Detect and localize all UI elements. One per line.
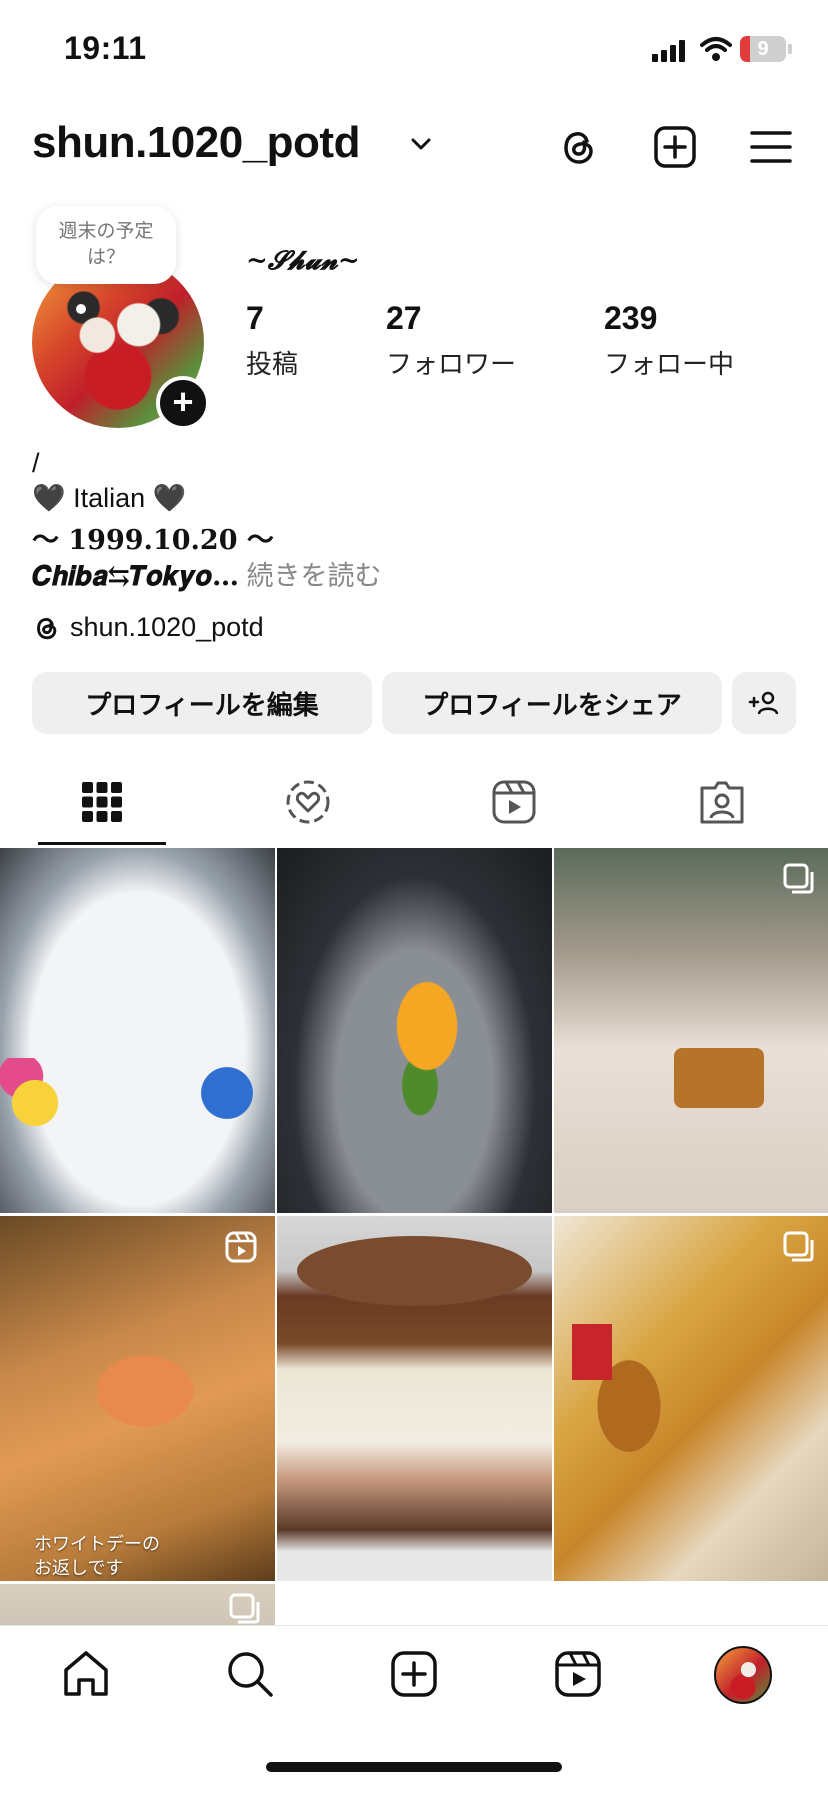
threads-small-icon xyxy=(37,617,57,639)
following-count[interactable]: 239 xyxy=(604,300,657,337)
chevron-down-icon[interactable] xyxy=(410,136,432,152)
post-thumbnail[interactable] xyxy=(554,1216,828,1581)
food-item xyxy=(70,1336,220,1446)
add-person-icon xyxy=(748,691,779,715)
label-card xyxy=(572,1324,612,1380)
search-icon[interactable] xyxy=(224,1648,276,1700)
active-tab-indicator xyxy=(38,842,166,845)
carousel-icon xyxy=(229,1593,260,1624)
note-bubble-text: 週末の予定は？ xyxy=(58,221,154,268)
post-thumbnail[interactable] xyxy=(277,848,552,1213)
home-indicator xyxy=(266,1762,562,1772)
bio-line-text: 𝑪𝒉𝒊𝒃𝒂⇆𝑻𝒐𝒌𝒚𝒐… xyxy=(32,561,240,592)
plate-illustration xyxy=(0,1058,70,1148)
suggest-people-button[interactable] xyxy=(732,672,796,734)
liked-posts-tab-icon[interactable] xyxy=(284,778,332,826)
followers-label[interactable]: フォロワー xyxy=(386,344,516,381)
edit-profile-button[interactable]: プロフィールを編集 xyxy=(32,672,372,734)
threads-icon[interactable] xyxy=(556,124,602,170)
home-icon[interactable] xyxy=(60,1648,112,1700)
posts-count[interactable]: 7 xyxy=(246,300,264,337)
read-more-link[interactable]: 続きを読む xyxy=(239,561,382,591)
post-thumbnail[interactable] xyxy=(554,848,828,1213)
followers-count[interactable]: 27 xyxy=(386,300,422,337)
plate-illustration xyxy=(195,1038,275,1148)
post-thumbnail[interactable] xyxy=(277,1216,552,1581)
bio-line: / xyxy=(32,448,40,478)
grid-tab-icon[interactable] xyxy=(78,778,126,826)
food-item xyxy=(674,1048,764,1108)
battery-level: 9 xyxy=(757,38,769,60)
create-plus-icon[interactable] xyxy=(652,124,698,170)
share-profile-button[interactable]: プロフィールをシェア xyxy=(382,672,722,734)
status-time: 19:11 xyxy=(64,30,147,66)
bio-line: 〜 𝟏𝟗𝟗𝟗.𝟏𝟎.𝟐𝟎 〜 xyxy=(32,525,274,556)
create-post-icon[interactable] xyxy=(388,1648,440,1700)
account-username[interactable]: shun.1020_potd xyxy=(32,118,360,168)
post-caption-overlay: ホワイトデーの お返しです xyxy=(34,1534,160,1578)
post-thumbnail[interactable] xyxy=(0,1584,275,1625)
battery-cap xyxy=(788,44,792,54)
signal-icon xyxy=(652,38,688,62)
bio-line: 𝑪𝒉𝒊𝒃𝒂⇆𝑻𝒐𝒌𝒚𝒐… 続きを読む xyxy=(32,554,382,593)
posts-label[interactable]: 投稿 xyxy=(246,344,298,381)
reels-icon[interactable] xyxy=(552,1648,604,1700)
note-bubble-tail xyxy=(76,304,86,314)
reel-icon xyxy=(225,1231,257,1263)
battery-icon: 9 xyxy=(740,36,786,62)
threads-handle: shun.1020_potd xyxy=(70,612,264,642)
carousel-icon xyxy=(783,863,814,894)
carousel-icon xyxy=(783,1231,814,1262)
following-label[interactable]: フォロー中 xyxy=(604,344,734,381)
food-item xyxy=(357,958,497,1128)
wifi-icon xyxy=(700,37,732,61)
display-name: ~𝓢𝓱𝓾𝓷~ xyxy=(246,246,360,276)
tagged-tab-icon[interactable] xyxy=(698,778,746,826)
post-thumbnail[interactable]: ホワイトデーの お返しです xyxy=(0,1216,275,1581)
menu-icon[interactable] xyxy=(748,124,794,170)
reels-tab-icon[interactable] xyxy=(490,778,538,826)
profile-nav-avatar[interactable] xyxy=(714,1646,772,1704)
note-bubble[interactable]: 週末の予定は？ xyxy=(36,206,176,284)
threads-link[interactable]: shun.1020_potd xyxy=(32,612,264,643)
post-thumbnail[interactable] xyxy=(0,848,275,1213)
food-item xyxy=(297,1236,532,1306)
bio-line: 🖤 Italian 🖤 xyxy=(32,483,187,513)
add-story-button[interactable]: + xyxy=(156,376,210,430)
